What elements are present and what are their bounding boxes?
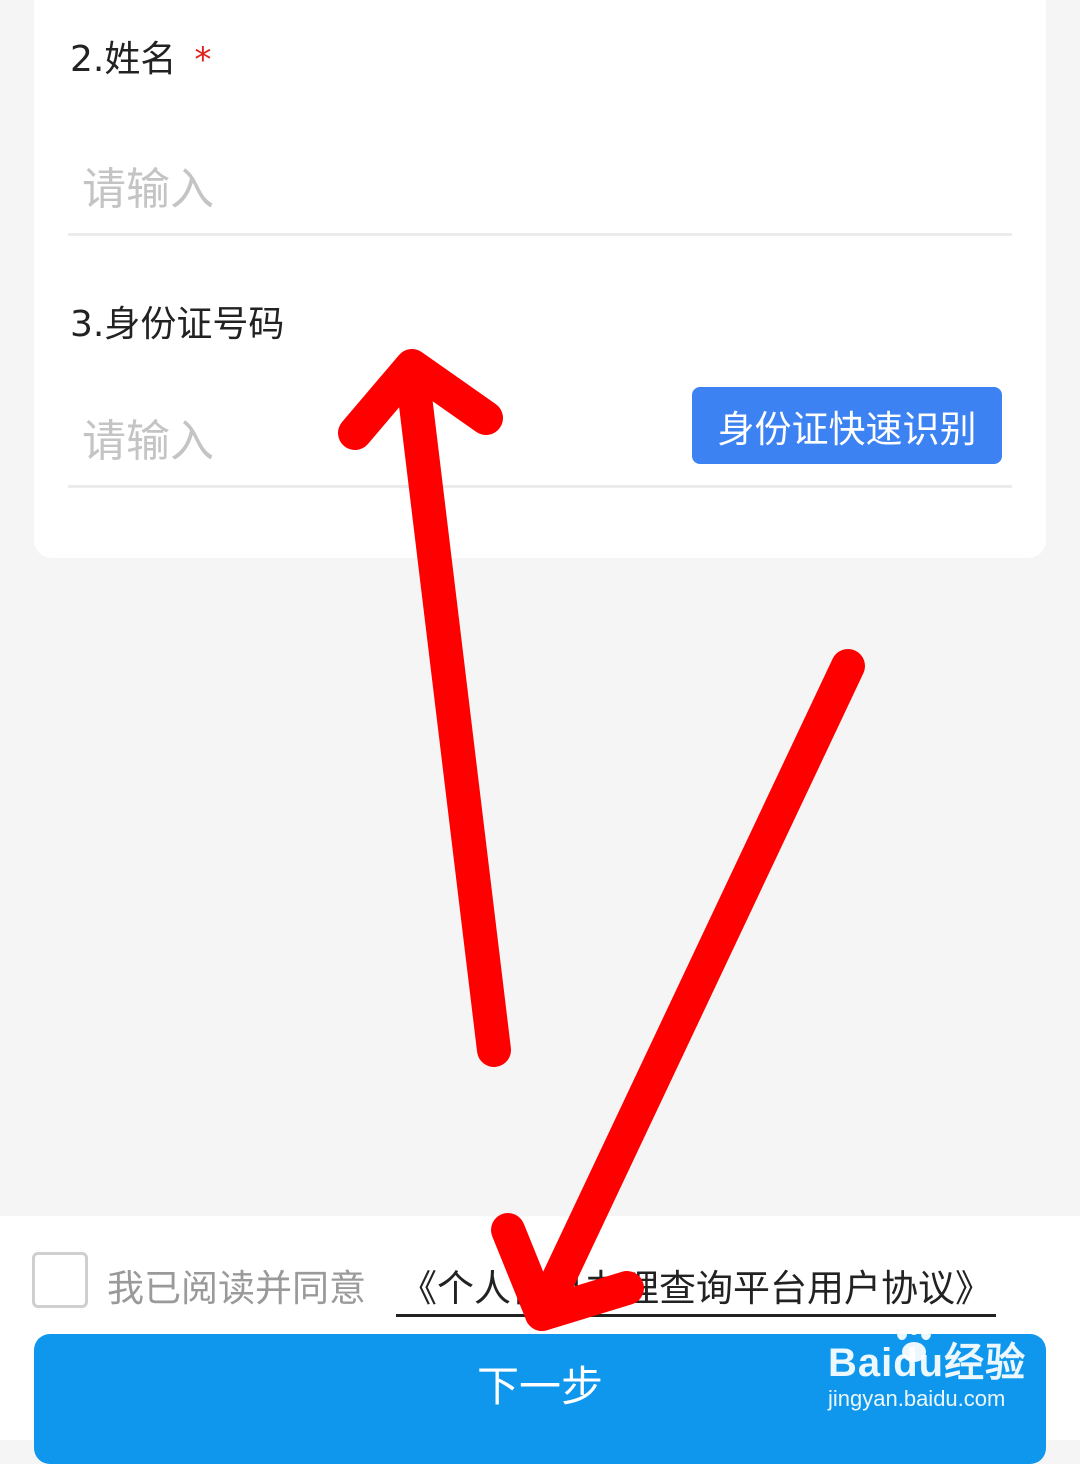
name-label-text: 2.姓名	[70, 39, 177, 80]
agree-checkbox[interactable]	[32, 1252, 88, 1308]
id-field-label: 3.身份证号码	[70, 304, 285, 345]
id-scan-button[interactable]: 身份证快速识别	[692, 387, 1002, 464]
next-button[interactable]: 下一步	[34, 1334, 1046, 1464]
name-field-label: 2.姓名 *	[70, 30, 211, 82]
next-button-label: 下一步	[476, 1362, 603, 1411]
required-star: *	[194, 40, 212, 80]
agreement-link[interactable]: 《个人信息办理查询平台用户协议》	[396, 1258, 996, 1317]
name-input[interactable]	[68, 146, 1012, 236]
agree-text: 我已阅读并同意	[107, 1267, 366, 1310]
